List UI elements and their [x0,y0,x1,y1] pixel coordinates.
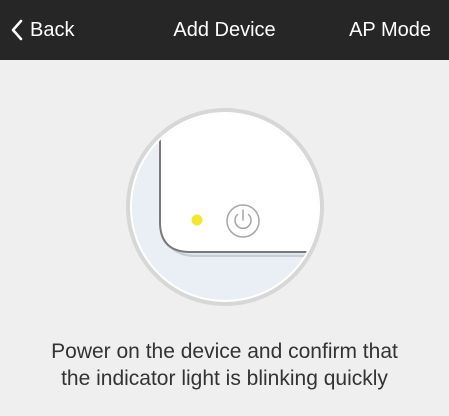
indicator-light [191,214,203,226]
device-illustration [124,106,326,308]
instruction-line-1: Power on the device and confirm that [51,340,398,363]
navigation-bar: Back Add Device AP Mode [0,0,449,60]
ap-mode-button[interactable]: AP Mode [349,0,431,60]
power-icon [226,204,260,238]
instruction-line-2: the indicator light is blinking quickly [61,367,388,390]
back-button[interactable]: Back [10,0,74,60]
instruction-text: Power on the device and confirm that the… [0,338,449,392]
back-label: Back [30,19,75,41]
chevron-left-icon [11,19,23,41]
